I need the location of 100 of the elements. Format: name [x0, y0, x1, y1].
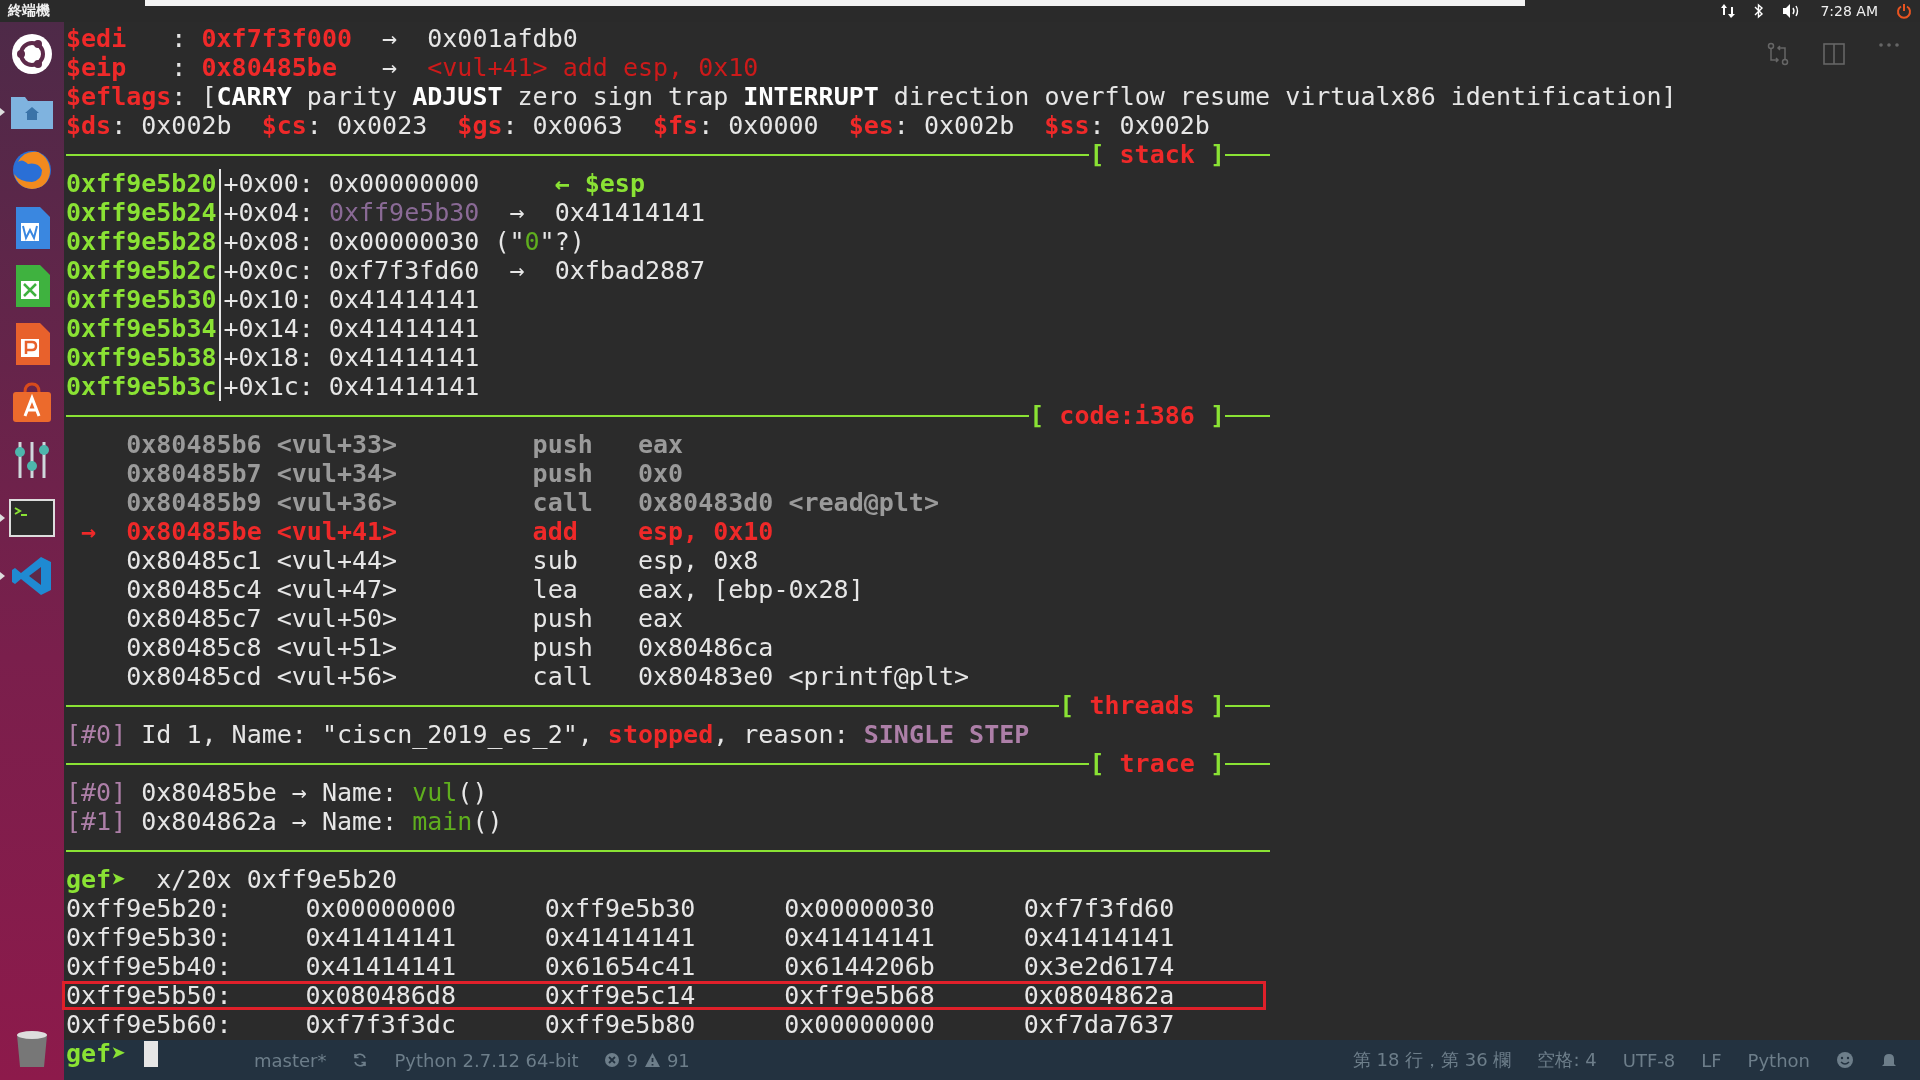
- terminal-text: :: [170, 24, 188, 53]
- register-name: $fs: [653, 111, 699, 140]
- memory-value: 0x41414141: [305, 923, 457, 952]
- sync-icon[interactable]: [352, 1052, 369, 1068]
- memory-address: 0xff9e5b30:: [66, 923, 233, 952]
- terminal-text: : [: [171, 82, 217, 111]
- section-title: [ code:i386 ]: [1029, 401, 1225, 430]
- stack-pointer-label: ← $esp: [554, 169, 645, 198]
- memory-value: 0x61654c41: [544, 952, 697, 981]
- terminal-text: 0x80485c4 <vul+47> lea eax, [ebp-0x28]: [125, 575, 864, 604]
- shopping-bag-icon[interactable]: [10, 380, 54, 424]
- memory-value: 0xf7f3f3dc: [305, 1010, 457, 1039]
- more-icon[interactable]: [1878, 42, 1900, 48]
- frame-index: [#0]: [66, 778, 127, 807]
- terminal-text: →: [381, 53, 399, 82]
- memory-value: 0x41414141: [305, 952, 457, 981]
- memory-value: 0xff9e5b80: [544, 1010, 697, 1039]
- register-name: $eflags: [66, 82, 172, 111]
- memory-value: 0x41414141: [784, 923, 936, 952]
- terminal-text: : 0x002b: [111, 111, 233, 140]
- current-instruction: 0x80485be <vul+41> add esp, 0x10: [126, 517, 774, 546]
- warning-count[interactable]: 91: [666, 1049, 690, 1071]
- register-name: stopped: [607, 720, 714, 749]
- terminal-text: zero sign trap: [516, 82, 730, 111]
- disassembly-line: 0x80485b6 <vul+33> push eax: [125, 430, 684, 459]
- register-name: $es: [848, 111, 894, 140]
- terminal-text: (): [472, 807, 503, 836]
- terminal-text: +0x18: 0x41414141: [223, 343, 480, 372]
- memory-value: 0xff9e5b30: [544, 894, 697, 923]
- stack-address: 0xff9e5b3c: [66, 372, 217, 401]
- instruction-text: <vul+41> add esp, 0x10: [427, 53, 759, 82]
- language-mode[interactable]: Python: [1747, 1049, 1810, 1071]
- flag-name: INTERRUPT: [743, 82, 879, 111]
- stack-address: 0xff9e5b34: [66, 314, 217, 343]
- stack-address: 0xff9e5b20: [66, 169, 217, 198]
- pointer-value: 0xff9e5b30: [328, 198, 480, 227]
- error-icon[interactable]: [604, 1052, 621, 1068]
- cursor-position[interactable]: 第 18 行，第 36 欄: [1352, 1048, 1512, 1072]
- terminal-text: →: [381, 24, 399, 53]
- network-icon[interactable]: [1720, 3, 1737, 19]
- string-value: main: [412, 807, 473, 836]
- memory-value: 0x3e2d6174: [1023, 952, 1176, 981]
- memory-value: 0xff9e5b68: [784, 981, 936, 1010]
- prompt: gef➤: [66, 865, 127, 894]
- stop-reason: SINGLE STEP: [863, 720, 1030, 749]
- terminal-text: : 0x0023: [306, 111, 429, 140]
- smiley-icon[interactable]: [1836, 1051, 1854, 1069]
- terminal-text: (): [457, 778, 488, 807]
- stack-address: 0xff9e5b28: [66, 227, 217, 256]
- globe-fox-icon[interactable]: [10, 148, 54, 192]
- register-name: 0x80485be: [201, 53, 337, 82]
- terminal-text: : 0x002b: [1089, 111, 1210, 140]
- error-count[interactable]: 9: [626, 1049, 638, 1071]
- terminal-text: "?): [539, 227, 585, 256]
- terminal-text: 0x804862a → Name:: [140, 807, 399, 836]
- terminal-text: +0x1c: 0x41414141: [223, 372, 480, 401]
- stack-address: 0xff9e5b2c: [66, 256, 217, 285]
- compare-changes-icon[interactable]: [1766, 42, 1790, 66]
- terminal-icon[interactable]: [9, 499, 55, 537]
- terminal-text: +0x10: 0x41414141: [223, 285, 480, 314]
- terminal-text: +0x0c: 0xf7f3fd60 → 0xfbad2887: [223, 256, 706, 285]
- terminal-text: 0x001afdb0: [427, 24, 578, 53]
- string-value: vul: [412, 778, 458, 807]
- register-name: $ss: [1044, 111, 1090, 140]
- clock[interactable]: 7:28 AM: [1820, 3, 1878, 19]
- bluetooth-icon[interactable]: [1754, 3, 1765, 19]
- memory-value: 0x080486d8: [305, 981, 457, 1010]
- terminal-text: 0x80485be → Name:: [140, 778, 399, 807]
- power-icon[interactable]: [1896, 3, 1912, 19]
- warning-icon[interactable]: [643, 1052, 661, 1068]
- memory-value: 0x41414141: [544, 923, 697, 952]
- register-name: 0xf7f3f000: [201, 24, 352, 53]
- indentation[interactable]: 空格: 4: [1537, 1048, 1597, 1072]
- memory-address: 0xff9e5b20:: [66, 894, 233, 923]
- section-title: [ trace ]: [1089, 749, 1225, 778]
- ubuntu-logo-icon[interactable]: [10, 32, 54, 76]
- code-editor-icon[interactable]: [11, 555, 53, 597]
- section-title: [ threads ]: [1059, 691, 1225, 720]
- string-value: 0: [524, 227, 540, 256]
- stack-address: 0xff9e5b38: [66, 343, 217, 372]
- register-name: $gs: [457, 111, 503, 140]
- memory-value: 0x00000000: [784, 1010, 936, 1039]
- terminal-text: : 0x0000: [698, 111, 820, 140]
- terminal-text: parity: [305, 82, 399, 111]
- terminal-text: Id 1, Name: "ciscn_2019_es_2",: [140, 720, 594, 749]
- disassembly-line: 0x80485b7 <vul+34> push 0x0: [125, 459, 684, 488]
- interpreter-selector[interactable]: Python 2.7.12 64-bit: [394, 1049, 579, 1071]
- flag-name: CARRY: [216, 82, 292, 111]
- stack-address: 0xff9e5b24: [66, 198, 217, 227]
- register-name: $cs: [261, 111, 307, 140]
- frame-index: [#1]: [66, 807, 127, 836]
- encoding[interactable]: UTF-8: [1622, 1049, 1676, 1071]
- command-text: x/20x 0xff9e5b20: [155, 865, 398, 894]
- terminal-text: 0x80485cd <vul+56> call 0x80483e0 <printf@plt>: [125, 662, 970, 691]
- current-instruction: →: [80, 517, 98, 546]
- git-branch[interactable]: master*: [254, 1049, 327, 1071]
- terminal-text: 0x80485c8 <vul+51> push 0x80486ca: [125, 633, 774, 662]
- terminal-text: 0x80485c1 <vul+44> sub esp, 0x8: [125, 546, 759, 575]
- line-ending[interactable]: LF: [1701, 1049, 1722, 1071]
- terminal-text: : 0x002b: [893, 111, 1016, 140]
